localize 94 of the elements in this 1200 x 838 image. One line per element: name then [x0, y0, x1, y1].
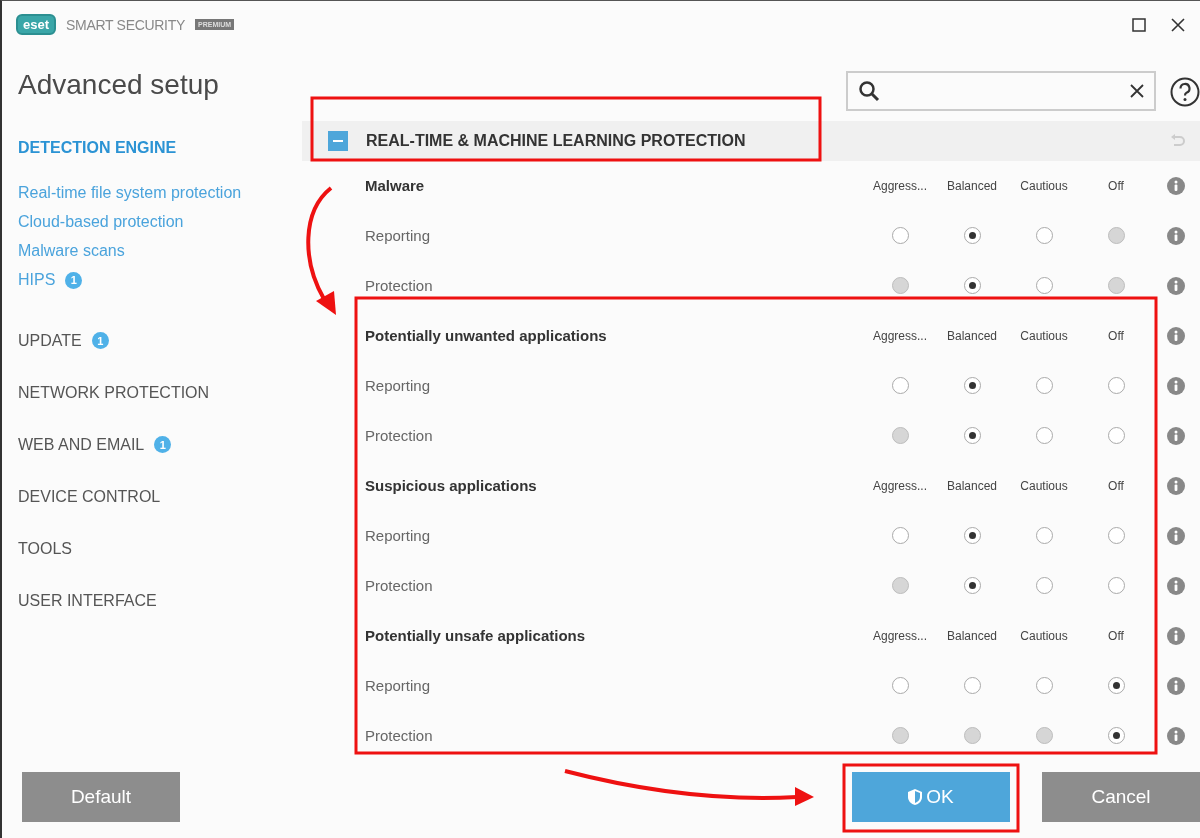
action-button[interactable]: Default [22, 772, 180, 823]
radio-button[interactable] [1035, 377, 1053, 395]
info-icon[interactable] [1167, 326, 1185, 345]
column-heading: Aggress... [873, 628, 927, 643]
close-icon[interactable] [1170, 16, 1186, 33]
radio-button[interactable] [891, 677, 909, 695]
search-icon [858, 79, 880, 102]
radio-button[interactable] [1107, 427, 1125, 445]
collapse-icon[interactable] [328, 130, 348, 151]
radio-button[interactable] [1107, 677, 1125, 695]
column-heading: Off [1108, 478, 1124, 493]
group-heading: Potentially unsafe applications [365, 627, 587, 645]
radio-button[interactable] [1107, 377, 1125, 395]
info-icon[interactable] [1167, 376, 1185, 395]
radio-button[interactable] [891, 227, 909, 245]
radio-button[interactable] [1035, 227, 1053, 245]
info-icon[interactable] [1167, 676, 1185, 695]
radio-button[interactable] [963, 677, 981, 695]
setting-label: Protection [365, 277, 434, 295]
page-title: Advanced setup [18, 68, 219, 101]
radio-button[interactable] [963, 527, 981, 545]
column-heading: Cautious [1020, 328, 1068, 343]
radio-button[interactable] [1107, 527, 1125, 545]
info-icon[interactable] [1167, 476, 1185, 495]
action-button[interactable]: Cancel [1042, 772, 1200, 823]
info-icon[interactable] [1167, 576, 1185, 595]
column-heading: Balanced [946, 478, 997, 493]
column-heading: Cautious [1020, 478, 1068, 493]
column-heading: Balanced [946, 328, 997, 343]
setting-label: Protection [365, 427, 434, 445]
radio-button[interactable] [963, 277, 981, 295]
sidebar-link[interactable]: Cloud-based protection [18, 213, 184, 232]
radio-button[interactable] [963, 427, 981, 445]
group-heading: Malware [365, 177, 426, 195]
revert-icon[interactable] [1170, 133, 1186, 148]
setting-label: Reporting [365, 677, 432, 695]
eset-logo: eset [16, 14, 57, 36]
radio-button[interactable] [891, 527, 909, 545]
column-heading: Cautious [1020, 628, 1068, 643]
column-heading: Off [1108, 628, 1124, 643]
radio-button[interactable] [1035, 577, 1053, 595]
sidebar-link[interactable]: Malware scans [18, 242, 125, 261]
shield-icon [908, 789, 923, 806]
product-name: SMART SECURITY [66, 16, 185, 33]
sidebar-section[interactable]: NETWORK PROTECTION [18, 366, 210, 419]
radio-button[interactable] [1107, 577, 1125, 595]
column-heading: Off [1108, 178, 1124, 193]
column-heading: Balanced [946, 628, 997, 643]
help-icon[interactable] [1170, 76, 1200, 107]
count-badge: 1 [154, 436, 172, 454]
info-icon[interactable] [1167, 226, 1185, 245]
column-heading: Aggress... [873, 328, 927, 343]
clear-icon[interactable] [1130, 83, 1144, 98]
section-title: REAL-TIME & MACHINE LEARNING PROTECTION [366, 131, 746, 150]
column-heading: Aggress... [873, 178, 927, 193]
setting-label: Reporting [365, 377, 432, 395]
count-badge: 1 [65, 271, 83, 289]
radio-button[interactable] [963, 227, 981, 245]
column-heading: Aggress... [873, 478, 927, 493]
count-badge: 1 [91, 332, 109, 350]
radio-button[interactable] [1035, 277, 1053, 295]
radio-button[interactable] [1035, 427, 1053, 445]
setting-label: Protection [365, 577, 434, 595]
info-icon[interactable] [1167, 526, 1185, 545]
ok-button[interactable]: OK [852, 772, 1010, 823]
column-heading: Off [1108, 328, 1124, 343]
maximize-icon[interactable] [1132, 17, 1146, 32]
radio-button[interactable] [963, 577, 981, 595]
radio-button[interactable] [1107, 727, 1125, 745]
radio-button[interactable] [891, 377, 909, 395]
group-heading: Potentially unwanted applications [365, 327, 608, 345]
sidebar-section[interactable]: UPDATE [18, 314, 82, 367]
search-field[interactable] [846, 70, 1156, 111]
radio-button[interactable] [1035, 677, 1053, 695]
setting-label: Protection [365, 727, 434, 745]
radio-button[interactable] [1035, 527, 1053, 545]
column-heading: Balanced [946, 178, 997, 193]
sidebar-section[interactable]: DEVICE CONTROL [18, 470, 161, 523]
sidebar-section[interactable]: DETECTION ENGINE [18, 132, 177, 163]
sidebar-section[interactable]: WEB AND EMAIL [18, 418, 145, 471]
sidebar-section[interactable]: USER INTERFACE [18, 574, 157, 627]
sidebar-section[interactable]: TOOLS [18, 522, 72, 575]
info-icon[interactable] [1167, 726, 1185, 745]
info-icon[interactable] [1167, 176, 1185, 195]
info-icon[interactable] [1167, 276, 1185, 295]
setting-label: Reporting [365, 527, 432, 545]
sidebar-link[interactable]: HIPS [18, 271, 56, 290]
radio-button[interactable] [963, 377, 981, 395]
setting-label: Reporting [365, 227, 432, 245]
info-icon[interactable] [1167, 426, 1185, 445]
sidebar-link[interactable]: Real-time file system protection [18, 184, 242, 203]
info-icon[interactable] [1167, 626, 1185, 645]
group-heading: Suspicious applications [365, 477, 538, 495]
column-heading: Cautious [1020, 178, 1068, 193]
